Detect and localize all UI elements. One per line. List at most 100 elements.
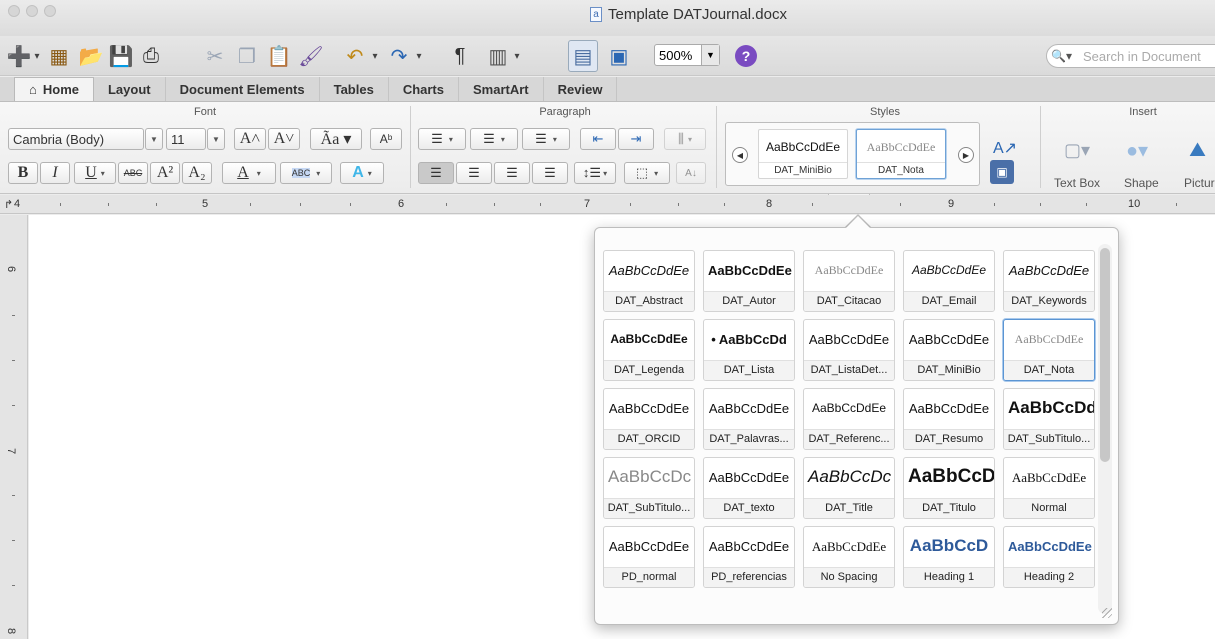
close-window-button[interactable] <box>8 5 20 17</box>
font-color-button[interactable]: A ▾ <box>222 162 276 184</box>
shrink-font-button[interactable]: A˅ <box>268 128 300 150</box>
bullets-button[interactable]: ☰ ▾ <box>418 128 466 150</box>
align-right-button[interactable]: ☰ <box>494 162 530 184</box>
columns-button[interactable]: ⫼ ▾ <box>664 128 706 150</box>
search-field[interactable]: 🔍▾ Search in Document <box>1046 44 1215 68</box>
font-name-select[interactable]: Cambria (Body) <box>8 128 144 150</box>
style-pd-referencias[interactable]: AaBbCcDdEe PD_referencias <box>703 526 795 588</box>
sidebar-dropdown-icon[interactable]: ▾ <box>512 40 522 72</box>
styles-pane-icon[interactable]: ▣ <box>990 160 1014 184</box>
minimize-window-button[interactable] <box>26 5 38 17</box>
open-folder-icon[interactable]: 📂 <box>76 40 106 72</box>
font-name-dropdown-icon[interactable]: ▼ <box>145 128 163 150</box>
scrollbar-thumb[interactable] <box>1100 248 1110 462</box>
text-effects-button[interactable]: A ▾ <box>340 162 384 184</box>
style-dat-nota[interactable]: AaBbCcDdEe DAT_Nota <box>1003 319 1095 381</box>
redo-dropdown-icon[interactable]: ▾ <box>414 40 424 72</box>
gallery-prev-icon[interactable]: ◀ <box>732 147 748 163</box>
gallery-style-dat-nota[interactable]: AaBbCcDdEe DAT_Nota <box>856 129 946 179</box>
grow-font-button[interactable]: A˄ <box>234 128 266 150</box>
align-left-button[interactable]: ☰ <box>418 162 454 184</box>
show-formatting-marks-button[interactable]: ¶ <box>448 40 472 72</box>
style-dat-referencias[interactable]: AaBbCcDdEe DAT_Referenc... <box>803 388 895 450</box>
sidebar-toggle-icon[interactable]: ▥ <box>484 40 512 72</box>
format-painter-icon[interactable]: 🖌 <box>296 40 326 72</box>
tab-stop-selector-icon[interactable]: ↱ <box>4 198 13 211</box>
tab-document-elements[interactable]: Document Elements <box>166 77 320 101</box>
text-box-label[interactable]: Text Box <box>1054 176 1100 190</box>
vertical-ruler[interactable]: 6 7 8 <box>0 215 28 639</box>
style-dat-titulo[interactable]: AaBbCcD DAT_Titulo <box>903 457 995 519</box>
style-dat-subtitulo[interactable]: AaBbCcDd DAT_SubTitulo... <box>1003 388 1095 450</box>
font-size-dropdown-icon[interactable]: ▼ <box>207 128 225 150</box>
style-dat-autor[interactable]: AaBbCcDdEe DAT_Autor <box>703 250 795 312</box>
style-dat-keywords[interactable]: AaBbCcDdEe DAT_Keywords <box>1003 250 1095 312</box>
tab-charts[interactable]: Charts <box>389 77 459 101</box>
horizontal-ruler[interactable]: ↱ 4 5 6 7 8 9 10 <box>0 195 1215 214</box>
print-layout-view-icon[interactable]: ▤ <box>568 40 598 72</box>
borders-button[interactable]: ⬚ ▾ <box>624 162 670 184</box>
paste-icon[interactable]: 📋 <box>264 40 294 72</box>
style-no-spacing[interactable]: AaBbCcDdEe No Spacing <box>803 526 895 588</box>
undo-dropdown-icon[interactable]: ▾ <box>370 40 380 72</box>
resize-grip-icon[interactable] <box>1102 608 1112 618</box>
style-dat-email[interactable]: AaBbCcDdEe DAT_Email <box>903 250 995 312</box>
style-dat-palavras[interactable]: AaBbCcDdEe DAT_Palavras... <box>703 388 795 450</box>
undo-icon[interactable]: ↶ <box>340 40 370 72</box>
style-dat-listadet[interactable]: AaBbCcDdEe DAT_ListaDet... <box>803 319 895 381</box>
picture-label[interactable]: Picture <box>1184 176 1215 190</box>
justify-button[interactable]: ☰ <box>532 162 568 184</box>
sort-button[interactable]: A↓ <box>676 162 706 184</box>
popover-scrollbar[interactable] <box>1098 244 1112 614</box>
style-dat-legenda[interactable]: AaBbCcDdEe DAT_Legenda <box>603 319 695 381</box>
gallery-style-dat-minibio[interactable]: AaBbCcDdEe DAT_MiniBio <box>758 129 848 179</box>
numbering-button[interactable]: ☰ ▾ <box>470 128 518 150</box>
underline-button[interactable]: U ▾ <box>74 162 116 184</box>
style-dat-citacao[interactable]: AaBbCcDdEe DAT_Citacao <box>803 250 895 312</box>
new-dropdown-icon[interactable]: ▾ <box>32 40 42 72</box>
decrease-indent-button[interactable]: ⇤ <box>580 128 616 150</box>
tab-home[interactable]: ⌂ Home <box>14 77 94 101</box>
new-document-icon[interactable]: ➕ <box>6 40 32 72</box>
increase-indent-button[interactable]: ⇥ <box>618 128 654 150</box>
tab-smartart[interactable]: SmartArt <box>459 77 544 101</box>
style-dat-abstract[interactable]: AaBbCcDdEe DAT_Abstract <box>603 250 695 312</box>
italic-button[interactable]: I <box>40 162 70 184</box>
tab-layout[interactable]: Layout <box>94 77 166 101</box>
style-dat-lista[interactable]: • AaBbCcDd DAT_Lista <box>703 319 795 381</box>
style-dat-subtitulo-2[interactable]: AaBbCcDc DAT_SubTitulo... <box>603 457 695 519</box>
align-center-button[interactable]: ☰ <box>456 162 492 184</box>
gallery-next-icon[interactable]: ▶ <box>958 147 974 163</box>
help-icon[interactable]: ? <box>735 45 757 67</box>
copy-icon[interactable]: ❐ <box>232 40 262 72</box>
zoom-select[interactable]: 500% ▼ <box>654 44 720 66</box>
style-pd-normal[interactable]: AaBbCcDdEe PD_normal <box>603 526 695 588</box>
clear-formatting-button[interactable]: Aᵇ <box>370 128 402 150</box>
line-spacing-button[interactable]: ↕☰ ▾ <box>574 162 616 184</box>
tab-tables[interactable]: Tables <box>320 77 389 101</box>
style-dat-resumo[interactable]: AaBbCcDdEe DAT_Resumo <box>903 388 995 450</box>
save-icon[interactable]: 💾 <box>106 40 136 72</box>
cut-icon[interactable]: ✂ <box>200 40 230 72</box>
picture-icon[interactable]: ⛰ <box>1180 134 1215 166</box>
superscript-button[interactable]: A² <box>150 162 180 184</box>
print-icon[interactable]: ⎙ <box>136 40 166 72</box>
font-size-select[interactable]: 11 <box>166 128 206 150</box>
redo-icon[interactable]: ↷ <box>384 40 414 72</box>
zoom-window-button[interactable] <box>44 5 56 17</box>
style-heading-1[interactable]: AaBbCcD Heading 1 <box>903 526 995 588</box>
style-dat-minibio[interactable]: AaBbCcDdEe DAT_MiniBio <box>903 319 995 381</box>
change-case-button[interactable]: Ãa ▾ <box>310 128 362 150</box>
strikethrough-button[interactable]: ABC <box>118 162 148 184</box>
style-normal[interactable]: AaBbCcDdEe Normal <box>1003 457 1095 519</box>
style-dat-orcid[interactable]: AaBbCcDdEe DAT_ORCID <box>603 388 695 450</box>
bold-button[interactable]: B <box>8 162 38 184</box>
highlight-button[interactable]: ABC ▾ <box>280 162 332 184</box>
text-box-icon[interactable]: ▢▾ <box>1052 134 1102 166</box>
multilevel-list-button[interactable]: ☰ ▾ <box>522 128 570 150</box>
style-dat-texto[interactable]: AaBbCcDdEe DAT_texto <box>703 457 795 519</box>
style-dat-title[interactable]: AaBbCcDc DAT_Title <box>803 457 895 519</box>
media-browser-icon[interactable]: ▣ <box>604 40 634 72</box>
shape-icon[interactable]: ●▾ <box>1112 134 1162 166</box>
style-heading-2[interactable]: AaBbCcDdEe Heading 2 <box>1003 526 1095 588</box>
